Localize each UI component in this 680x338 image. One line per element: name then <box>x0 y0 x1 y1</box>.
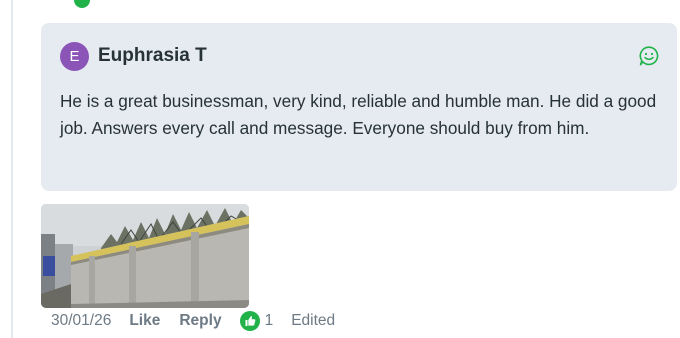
comment-date: 30/01/26 <box>51 312 112 329</box>
avatar[interactable]: E <box>60 42 89 71</box>
smile-icon[interactable] <box>638 45 660 67</box>
previous-like-icon[interactable] <box>74 0 90 8</box>
comment-author[interactable]: Euphrasia T <box>98 44 207 68</box>
reply-button[interactable]: Reply <box>179 312 221 330</box>
thread-rule <box>11 0 13 338</box>
like-button[interactable]: Like <box>129 312 160 330</box>
avatar-initial: E <box>69 48 80 65</box>
edited-label: Edited <box>291 312 336 329</box>
comment-actions: 30/01/26 Like Reply 1 Edited <box>51 311 335 331</box>
comment-body: He is a great businessman, very kind, re… <box>60 91 657 138</box>
thumbs-up-icon[interactable] <box>239 311 260 331</box>
attachment-image[interactable] <box>41 204 249 308</box>
comment-card: E Euphrasia T He is a great businessman,… <box>41 23 677 191</box>
comment-thread: E Euphrasia T He is a great businessman,… <box>0 0 680 338</box>
previous-comment-actions <box>58 0 90 9</box>
wall-photo <box>41 204 249 308</box>
like-count: 1 <box>264 312 274 329</box>
